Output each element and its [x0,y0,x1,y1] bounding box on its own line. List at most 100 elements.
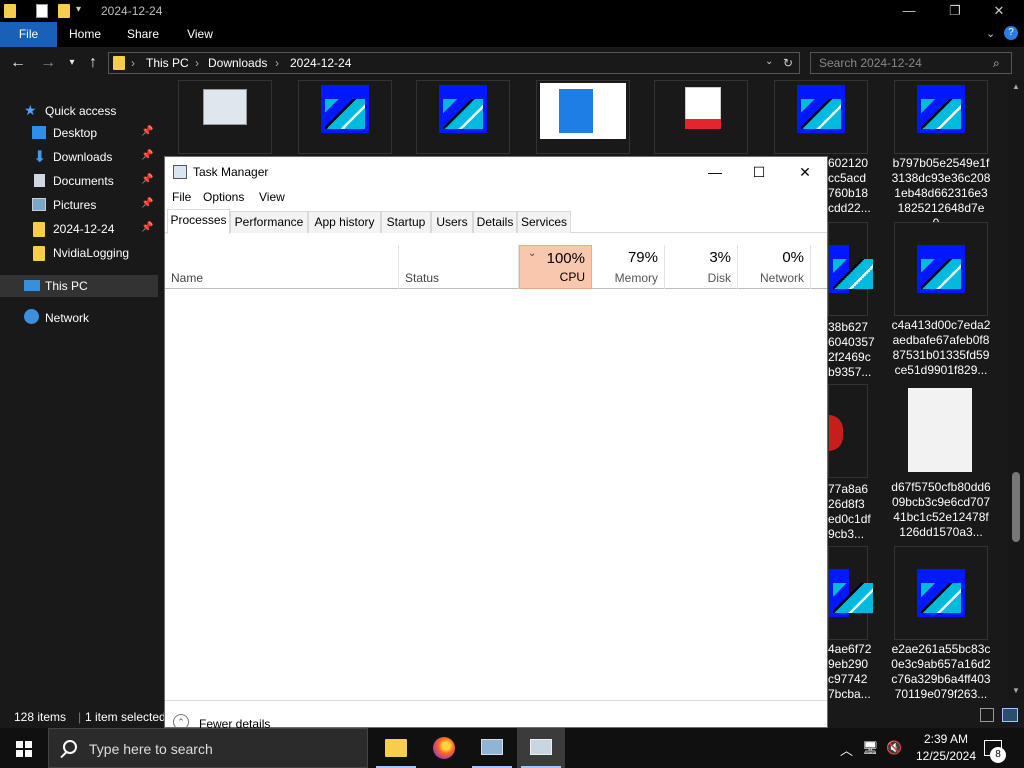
download-arrow-icon: ⬇ [33,149,47,166]
nav-documents[interactable]: Documents 📌 [0,170,158,192]
file-tile[interactable] [178,80,272,154]
taskbar-firefox[interactable] [420,728,468,768]
process-list[interactable] [165,290,827,699]
ribbon-tab-home[interactable]: Home [60,22,110,47]
breadcrumb-this-pc[interactable]: This PC [146,56,189,70]
vertical-scrollbar[interactable]: ▲ ▼ [1008,80,1024,700]
file-name[interactable]: 4ae6f72 9eb290 c97742 7bcba... [828,642,878,702]
network-status-icon[interactable]: 🖥 [862,740,879,756]
file-name[interactable]: 77a8a6 26d8f3 ed0c1df 9cb3... [828,482,878,542]
disk-label: Disk [707,271,731,285]
ribbon-tab-share[interactable]: Share [118,22,168,47]
file-name[interactable]: b797b05e2549e1f3138dc93e36c2081eb48d6623… [891,156,991,231]
file-tile[interactable] [298,80,392,154]
search-input[interactable]: Search 2024-12-24 ⌕ [810,52,1012,74]
taskbar-file-explorer[interactable] [372,728,420,768]
document-page-icon [559,89,593,133]
file-tile[interactable] [828,546,873,640]
taskbar: Type here to search ︿ 🖥 🔇 2:39 AM 12/25/… [0,728,1024,768]
column-cpu[interactable]: ⌄ 100% CPU [519,245,592,289]
file-tile[interactable] [894,546,988,640]
new-folder-icon[interactable] [58,4,70,18]
file-tile[interactable] [416,80,510,154]
file-tile[interactable] [894,222,988,316]
documents-icon [34,174,45,187]
nav-nvidialogging[interactable]: NvidiaLogging [0,242,158,264]
nav-folder-2024-12-24[interactable]: 2024-12-24 📌 [0,218,158,240]
taskbar-search-box[interactable]: Type here to search [48,728,368,768]
breadcrumb-separator-icon[interactable]: › [275,56,279,70]
close-button[interactable]: ✕ [976,0,1022,22]
tab-app-history[interactable]: App history [308,211,381,233]
file-name[interactable]: 602120 cc5acd 760b18 cdd22... [828,156,878,216]
back-arrow-icon[interactable]: ← [8,53,28,73]
file-tile[interactable] [536,80,630,154]
ribbon-expand-chevron-icon[interactable]: ⌄ [986,27,995,40]
tab-processes[interactable]: Processes [167,209,230,234]
tm-minimize-button[interactable]: — [692,157,738,187]
file-name[interactable]: c4a413d00c7eda2aedbafe67afeb0f887531b013… [891,318,991,378]
address-bar[interactable]: › This PC › Downloads › 2024-12-24 ⌄ ↻ [108,52,800,74]
maximize-button[interactable]: ❐ [932,0,978,22]
taskbar-network-tool[interactable] [468,728,516,768]
help-icon[interactable]: ? [1004,26,1018,40]
file-name[interactable]: 38b627 6040357 2f2469c b9357... [828,320,878,380]
show-hidden-icons-chevron-icon[interactable]: ︿ [840,740,853,759]
recent-locations-chevron-icon[interactable]: ▾ [62,53,82,73]
file-tile[interactable] [654,80,748,154]
quick-access-toolbar-dropdown-icon[interactable]: ▾ [76,4,81,15]
tm-close-button[interactable]: ✕ [782,157,828,187]
file-tile[interactable] [894,80,988,154]
tab-users[interactable]: Users [431,211,473,233]
tab-startup[interactable]: Startup [381,211,431,233]
nav-network[interactable]: Network [0,307,158,329]
nav-label: Downloads [53,150,113,164]
nav-this-pc[interactable]: This PC [0,275,158,297]
column-status[interactable]: Status [399,245,519,289]
tm-maximize-button[interactable]: ☐ [736,157,782,187]
forward-arrow-icon[interactable]: → [38,53,58,73]
properties-icon[interactable] [36,4,48,18]
address-dropdown-chevron-icon[interactable]: ⌄ [765,56,773,67]
scrollbar-thumb[interactable] [1012,472,1020,542]
nav-quick-access[interactable]: ★ Quick access [0,100,158,122]
refresh-icon[interactable]: ↻ [783,56,793,70]
ribbon-tab-view[interactable]: View [176,22,224,47]
file-name[interactable]: d67f5750cfb80dd609bcb3c9e6cd70741bc1c52e… [891,480,991,540]
breadcrumb-separator-icon[interactable]: › [131,56,135,70]
clock-date[interactable]: 12/25/2024 [906,749,986,763]
minimize-button[interactable]: — [886,0,932,22]
mfc-app-icon [321,85,369,133]
breadcrumb-downloads[interactable]: Downloads [208,56,267,70]
volume-muted-icon[interactable]: 🔇 [886,740,902,756]
start-button[interactable] [0,728,48,768]
nav-desktop[interactable]: Desktop 📌 [0,122,158,144]
scroll-down-arrow-icon[interactable]: ▼ [1012,686,1020,695]
details-view-icon[interactable] [980,708,994,722]
column-name[interactable]: Name [165,245,399,289]
column-network[interactable]: 0% Network [738,245,811,289]
clock-time[interactable]: 2:39 AM [916,732,976,746]
up-arrow-icon[interactable]: ↑ [83,53,103,73]
tab-services[interactable]: Services [517,211,571,233]
ribbon-tab-file[interactable]: File [0,22,57,47]
nav-pictures[interactable]: Pictures 📌 [0,194,158,216]
breadcrumb-current-folder[interactable]: 2024-12-24 [290,56,351,70]
menu-options[interactable]: Options [203,190,244,204]
file-tile[interactable] [774,80,868,154]
large-icons-view-icon[interactable] [1002,708,1018,722]
file-name[interactable]: e2ae261a55bc83c0e3c9ab657a16d2c76a329b6a… [891,642,991,702]
tab-details[interactable]: Details [473,211,517,233]
breadcrumb-separator-icon[interactable]: › [195,56,199,70]
scroll-up-arrow-icon[interactable]: ▲ [1012,82,1020,91]
menu-view[interactable]: View [259,190,285,204]
blank-file-icon[interactable] [908,388,972,472]
column-disk[interactable]: 3% Disk [665,245,738,289]
file-tile[interactable] [828,222,873,316]
file-tile[interactable] [828,384,868,478]
menu-file[interactable]: File [172,190,191,204]
column-memory[interactable]: 79% Memory [592,245,665,289]
taskbar-task-manager[interactable] [517,728,565,768]
nav-downloads[interactable]: ⬇ Downloads 📌 [0,146,158,168]
tab-performance[interactable]: Performance [230,211,308,233]
